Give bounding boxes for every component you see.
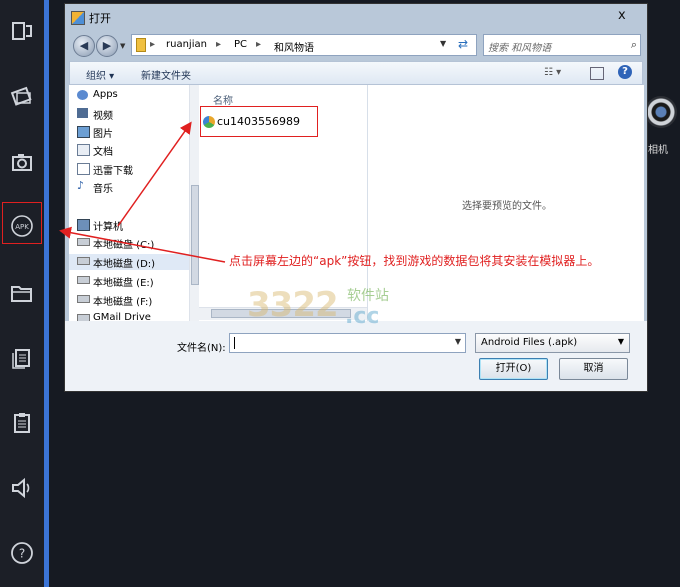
new-folder-button[interactable]: 新建文件夹 [141,67,191,82]
organize-menu[interactable]: 组织 ▾ [86,67,114,82]
back-button[interactable]: ◀ [73,35,95,57]
command-bar: 组织 ▾ 新建文件夹 ☷ ▾ ? [69,61,643,85]
music-icon: ♪ [77,179,85,192]
download-icon [77,163,90,175]
folder-icon[interactable] [7,278,37,308]
drive-icon [77,314,90,321]
breadcrumb-separator-icon: ▸ [216,39,222,50]
refresh-icon[interactable]: ⇄ [458,37,468,51]
watermark-site: 软件站 [347,288,389,304]
help-icon[interactable]: ? [7,538,37,568]
open-button[interactable]: 打开(O) [479,358,548,380]
drive-icon [77,276,90,284]
preview-message: 选择要预览的文件。 [462,201,552,212]
image-icon [77,126,90,138]
help-icon[interactable]: ? [618,65,632,79]
breadcrumb-separator-icon: ▸ [256,39,262,50]
column-header-name[interactable]: 名称 [213,92,233,107]
watermark-logo: 3322 [247,285,339,325]
clipboard-icon[interactable] [7,408,37,438]
preview-pane-icon[interactable] [590,67,604,80]
navigation-pane: Apps 视频 图片 文档 迅雷下载 ♪ 音乐 计算机 本地磁盘 (C:) 本地… [69,85,200,321]
chevron-down-icon[interactable]: ▼ [455,337,461,346]
search-input[interactable]: 搜索 和风物语 ⌕ [483,34,641,56]
breadcrumb-item[interactable]: PC [234,39,247,50]
address-dropdown-icon[interactable]: ▼ [440,39,446,48]
nav-item-computer[interactable]: 计算机 [93,218,123,233]
drive-icon [77,295,90,303]
breadcrumb-item[interactable]: 和风物语 [274,39,314,54]
nav-item-video[interactable]: 视频 [93,107,113,122]
text-caret [234,337,235,349]
nav-item-documents[interactable]: 文档 [93,143,113,158]
dialog-footer [65,321,647,391]
folder-icon [136,38,146,52]
watermark-domain: .cc [345,304,380,329]
nav-item-music[interactable]: 音乐 [93,180,113,195]
file-type-value: Android Files (.apk) [481,337,578,348]
file-highlight-box [200,106,318,137]
nav-item-drive-d[interactable]: 本地磁盘 (D:) [93,255,155,270]
nav-item-gmail-drive[interactable]: GMail Drive [93,312,151,321]
breadcrumb-item[interactable]: ruanjian [166,39,207,50]
apk-highlight-box [2,202,42,244]
nav-item-drive-e[interactable]: 本地磁盘 (E:) [93,274,154,289]
multi-window-icon[interactable] [7,16,37,46]
address-bar[interactable]: ▸ ruanjian ▸ PC ▸ 和风物语 ▼ ⇄ [131,34,477,56]
emulator-sidebar: APK ? [0,0,44,587]
view-icon[interactable]: ☷ ▾ [544,67,561,78]
sidebar-accent-border [44,0,49,587]
dialog-title: 打开 [89,12,111,25]
nav-item-images[interactable]: 图片 [93,125,113,140]
document-icon [77,144,90,156]
forward-button[interactable]: ▶ [96,35,118,57]
instruction-text: 点击屏幕左边的“apk”按钮，找到游戏的数据包将其安装在模拟器上。 [229,254,600,268]
camera-icon[interactable] [7,148,37,178]
scrollbar-thumb[interactable] [191,185,199,285]
computer-icon [77,219,90,231]
chevron-down-icon: ▼ [617,337,624,346]
volume-icon[interactable] [7,473,37,503]
history-dropdown-icon[interactable]: ▼ [120,42,125,50]
drive-icon [77,238,90,246]
nav-item-drive-f[interactable]: 本地磁盘 (F:) [93,293,152,308]
app-icon [71,11,85,25]
close-button[interactable]: x [618,8,626,23]
file-type-select[interactable]: Android Files (.apk) ▼ [475,333,630,353]
filename-input[interactable]: ▼ [229,333,466,353]
nav-item-drive-c[interactable]: 本地磁盘 (C:) [93,236,154,251]
rotate-icon[interactable] [7,82,37,112]
breadcrumb-separator-icon: ▸ [150,39,156,50]
preview-pane: 选择要预览的文件。 [367,85,644,321]
search-placeholder: 搜索 和风物语 [488,43,552,54]
cancel-button[interactable]: 取消 [559,358,628,380]
open-file-dialog: 打开 x ◀ ▶ ▼ ▸ ruanjian ▸ PC ▸ 和风物语 ▼ ⇄ 搜索… [64,3,648,392]
camera-app-icon[interactable] [645,96,677,128]
search-icon[interactable]: ⌕ [631,38,637,52]
video-icon [77,108,88,118]
dialog-titlebar: 打开 x [65,4,647,30]
nav-item-apps[interactable]: Apps [93,89,118,100]
drive-icon [77,257,90,265]
camera-app-label: 相机 [648,145,668,156]
nav-item-downloads[interactable]: 迅雷下载 [93,162,133,177]
copy-icon[interactable] [7,343,37,373]
svg-text:?: ? [19,547,25,561]
filename-label: 文件名(N): [177,343,226,354]
apps-icon [77,90,88,100]
